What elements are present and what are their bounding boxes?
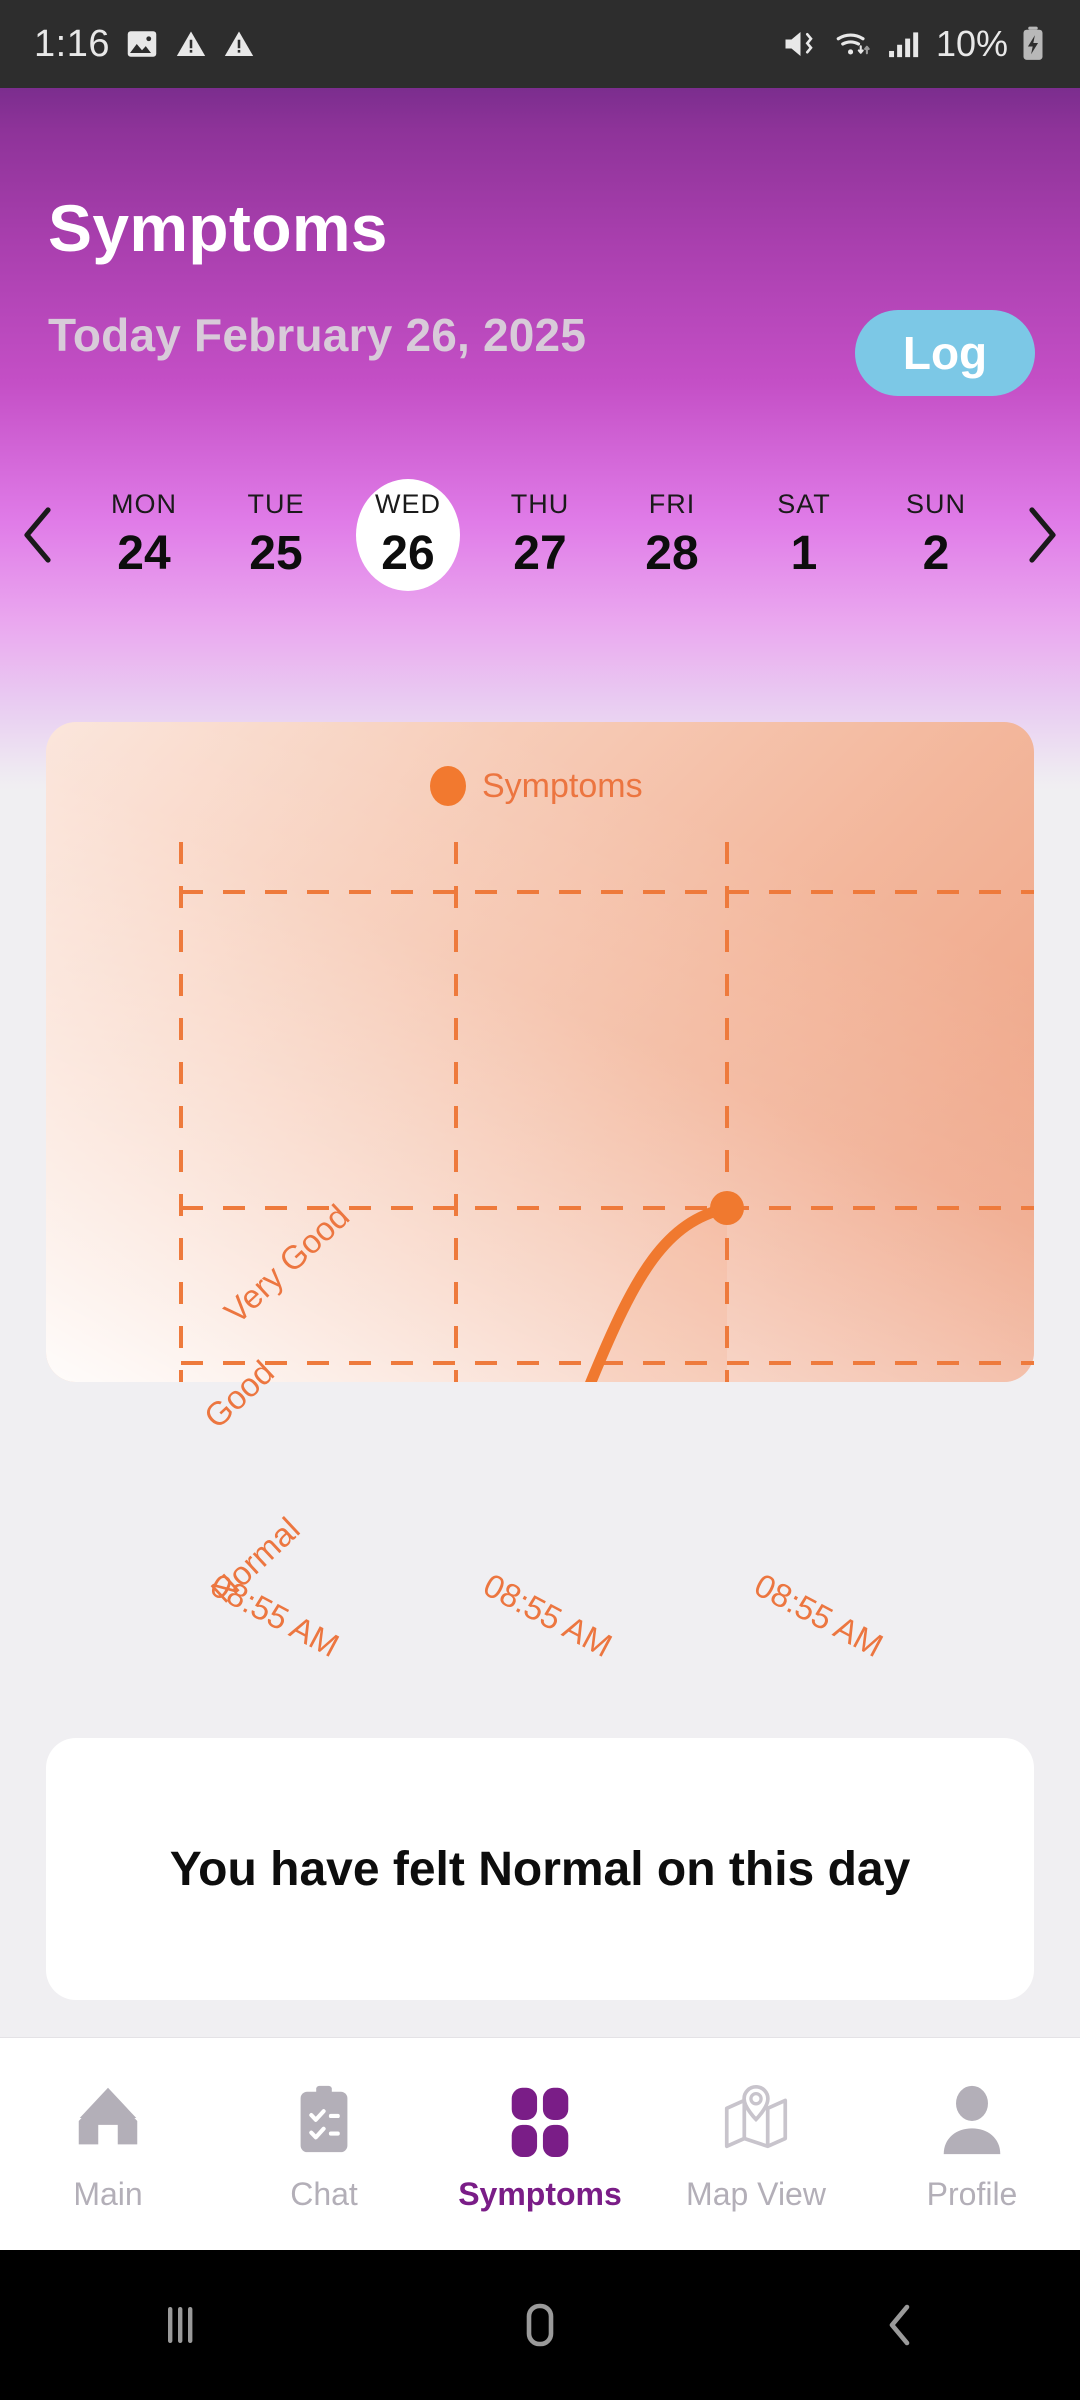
x-axis-label-2: 08:55 AM <box>748 1566 890 1665</box>
prev-week-button[interactable] <box>0 504 78 566</box>
phone-screen: 1:16 10% Symptoms Today February 26, 202… <box>0 0 1080 2400</box>
home-icon <box>526 2303 554 2347</box>
summary-message-card: You have felt Normal on this day <box>46 1738 1034 2000</box>
week-day-dow: WED <box>375 489 441 519</box>
week-day-4[interactable]: FRI 28 <box>621 473 723 597</box>
nav-item-profile[interactable]: Profile <box>872 2080 1072 2213</box>
status-bar: 1:16 10% <box>0 0 1080 88</box>
mute-icon <box>785 32 813 56</box>
week-day-6[interactable]: SUN 2 <box>885 473 987 597</box>
chart-legend: Symptoms <box>430 766 643 806</box>
legend-label: Symptoms <box>482 766 643 805</box>
week-day-num: 24 <box>117 527 171 580</box>
nav-item-symptoms[interactable]: Symptoms <box>440 2080 640 2213</box>
page-subtitle-date: Today February 26, 2025 <box>48 309 587 361</box>
image-icon <box>127 31 157 57</box>
week-day-0[interactable]: MON 24 <box>93 473 195 597</box>
map-pin-icon <box>724 2084 788 2149</box>
page-title: Symptoms <box>48 191 388 265</box>
battery-percent: 10% <box>935 23 1008 64</box>
clipboard-check-icon <box>300 2085 348 2153</box>
nav-item-main[interactable]: Main <box>8 2080 208 2213</box>
recents-icon <box>168 2307 193 2343</box>
week-day-dow: MON <box>111 489 177 519</box>
week-day-5[interactable]: SAT 1 <box>753 473 855 597</box>
status-bar-left: 1:16 <box>34 23 256 66</box>
week-day-num: 25 <box>249 527 303 580</box>
chart-point-2 <box>710 1191 744 1225</box>
nav-label-symptoms: Symptoms <box>458 2176 622 2212</box>
next-week-button[interactable] <box>1002 504 1080 566</box>
symptoms-line-chart <box>179 842 1034 1382</box>
back-button[interactable] <box>800 2297 1000 2353</box>
legend-dot-icon <box>430 766 466 806</box>
week-day-2-selected[interactable]: WED 26 <box>357 473 459 597</box>
week-date-strip: MON 24 TUE 25 WED 26 THU 27 FRI 28 SAT 1 <box>0 460 1080 610</box>
bottom-navigation: Main Chat Symptoms Map View Profile <box>0 2037 1080 2250</box>
grid-squares-icon <box>511 2087 569 2158</box>
week-day-dow: SAT <box>777 489 831 519</box>
x-axis-label-1: 08:55 AM <box>477 1566 619 1665</box>
recents-button[interactable] <box>80 2297 280 2353</box>
status-time: 1:16 <box>34 22 110 65</box>
x-axis-label-0: 08:55 AM <box>204 1566 346 1665</box>
signal-icon <box>889 32 919 58</box>
week-day-dow: FRI <box>648 489 696 519</box>
person-icon <box>943 2085 1001 2155</box>
android-system-nav <box>0 2250 1080 2400</box>
chevron-right-icon <box>1029 507 1056 563</box>
wifi-icon <box>836 33 870 55</box>
status-bar-right: 10% <box>782 23 1046 65</box>
week-day-dow: THU <box>510 489 570 519</box>
nav-label-chat: Chat <box>290 2176 358 2212</box>
home-button[interactable] <box>440 2297 640 2353</box>
week-day-num: 27 <box>513 527 567 580</box>
week-day-num: 2 <box>922 527 950 580</box>
battery-charging-icon <box>1023 26 1043 60</box>
nav-label-main: Main <box>73 2176 143 2212</box>
week-day-1[interactable]: TUE 25 <box>225 473 327 597</box>
nav-label-map-view: Map View <box>686 2176 826 2212</box>
warning-icon <box>176 31 206 57</box>
chevron-left-icon <box>24 507 51 563</box>
nav-item-map-view[interactable]: Map View <box>656 2080 856 2213</box>
week-day-num: 28 <box>645 527 699 580</box>
summary-message-text: You have felt Normal on this day <box>169 1842 911 1896</box>
nav-item-chat[interactable]: Chat <box>224 2080 424 2213</box>
week-day-3[interactable]: THU 27 <box>489 473 591 597</box>
back-icon <box>889 2304 910 2346</box>
week-day-dow: TUE <box>247 489 305 519</box>
home-icon <box>78 2087 138 2145</box>
week-day-dow: SUN <box>905 489 966 519</box>
week-day-num: 1 <box>790 527 818 580</box>
week-day-num: 26 <box>381 527 435 580</box>
week-days: MON 24 TUE 25 WED 26 THU 27 FRI 28 SAT 1 <box>78 473 1002 597</box>
warning-icon <box>224 31 254 57</box>
nav-label-profile: Profile <box>926 2176 1018 2212</box>
log-button[interactable]: Log <box>855 310 1035 396</box>
